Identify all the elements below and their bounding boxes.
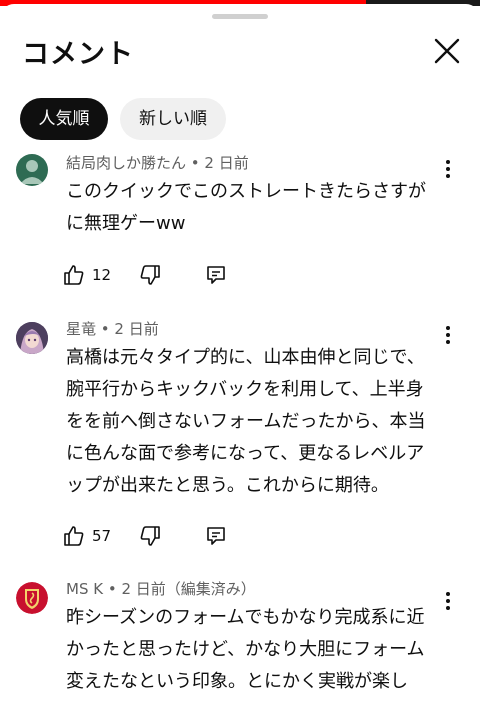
thumb-up-icon: [64, 265, 84, 285]
thumb-up-icon: [64, 526, 84, 546]
default-avatar-icon: [20, 160, 44, 184]
comment-text: 昨シーズンのフォームでもかなり完成系に近 かったと思ったけど、かなり大胆にフォー…: [66, 607, 425, 692]
comment-text: このクイックでこのストレートきたらさすが に無理ゲーww: [66, 181, 426, 234]
comment-item: MS K • 2 日前（編集済み） 昨シーズンのフォームでもかなり完成系に近 か…: [0, 578, 480, 714]
thumb-down-icon: [140, 265, 160, 285]
comment-item: 結局肉しか勝たん • 2 日前 このクイックでこのストレートきたらさすが に無理…: [0, 152, 480, 292]
comment-item: 星竜 • 2 日前 高橋は元々タイプ的に、山本由伸と同じで、 腕平行からキックバ…: [0, 318, 480, 558]
close-button[interactable]: [430, 34, 464, 68]
comment-meta[interactable]: 結局肉しか勝たん • 2 日前: [66, 152, 249, 173]
comment-meta[interactable]: 星竜 • 2 日前: [66, 318, 159, 339]
tab-newest[interactable]: 新しい順: [120, 98, 226, 140]
anime-character-avatar-icon: [16, 322, 48, 354]
dislike-button[interactable]: [138, 263, 164, 287]
comment-meta[interactable]: MS K • 2 日前（編集済み）: [66, 578, 256, 599]
drag-handle[interactable]: [212, 14, 268, 19]
comments-sheet: コメント 人気順 新しい順 結局肉しか勝たん • 2 日前 このクイックでこのス…: [0, 4, 480, 714]
thumb-down-icon: [140, 526, 160, 546]
reply-button[interactable]: [204, 524, 228, 548]
avatar[interactable]: [16, 582, 48, 614]
reply-icon: [207, 266, 225, 284]
like-button[interactable]: 57: [62, 524, 122, 548]
avatar[interactable]: [16, 154, 48, 186]
like-button[interactable]: 12: [62, 263, 122, 287]
avatar[interactable]: [16, 322, 48, 354]
reply-button[interactable]: [204, 263, 228, 287]
comment-text: 高橋は元々タイプ的に、山本由伸と同じで、 腕平行からキックバックを利用して、上半…: [66, 347, 426, 496]
sheet-title: コメント: [22, 39, 134, 70]
dislike-button[interactable]: [138, 524, 164, 548]
tab-popular[interactable]: 人気順: [20, 98, 108, 140]
like-count: 12: [92, 266, 112, 284]
like-count: 57: [92, 527, 112, 545]
close-icon: [434, 38, 460, 64]
reply-icon: [207, 527, 225, 545]
club-crest-avatar-icon: [16, 582, 48, 614]
